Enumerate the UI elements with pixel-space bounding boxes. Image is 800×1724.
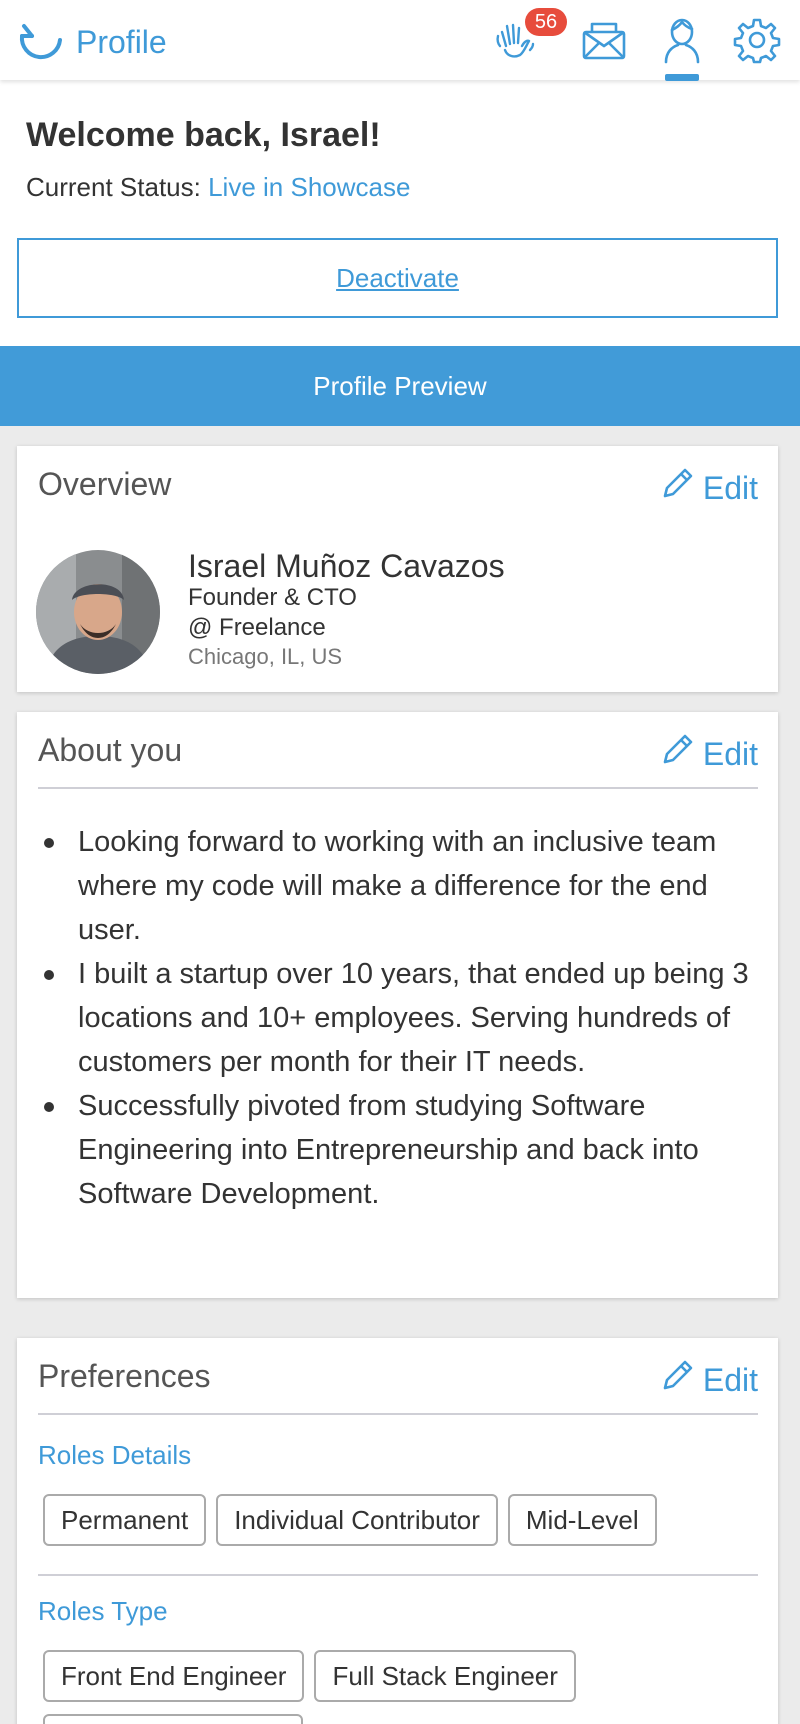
list-item: Successfully pivoted from studying Softw… [38,1084,768,1216]
person-company: @ Freelance [188,614,326,641]
pencil-icon [659,732,703,776]
overview-title: Overview [38,466,172,502]
roles-type-label: Roles Type [38,1596,168,1626]
page-title: Profile [76,24,167,60]
about-edit-button[interactable]: Edit [659,732,758,776]
tag-permanent[interactable]: Permanent [43,1494,207,1546]
overview-card: Overview Edit Israel Muñoz Cavazos Found… [17,446,778,692]
about-divider [38,787,758,789]
roles-divider [38,1574,758,1576]
about-card: About you Edit Looking forward to workin… [17,712,778,1298]
list-item: Looking forward to working with an inclu… [38,820,768,952]
person-location: Chicago, IL, US [188,644,343,669]
user-icon[interactable] [658,16,706,64]
roles-type-tags: Front End Engineer Full Stack Engineer [43,1650,576,1702]
about-edit-label: Edit [702,735,758,772]
about-title: About you [38,732,183,768]
tag-full-stack-engineer[interactable]: Full Stack Engineer [314,1650,576,1702]
preferences-card: Preferences Edit Roles Details Permanent… [17,1338,778,1724]
top-bar: Profile 56 [0,0,800,81]
deactivate-label: Deactivate [336,262,459,293]
person-role: Founder & CTO [188,584,357,611]
tag-mid-level[interactable]: Mid-Level [507,1494,657,1546]
active-tab-indicator [665,74,699,81]
welcome-section: Welcome back, Israel! Current Status: Li… [0,80,800,346]
roles-details-tags: Permanent Individual Contributor Mid-Lev… [43,1494,657,1546]
status-line: Current Status: Live in Showcase [26,172,410,203]
avatar [36,550,160,674]
roles-details-label: Roles Details [38,1440,192,1470]
overview-edit-label: Edit [702,469,758,506]
profile-preview-bar[interactable]: Profile Preview [0,346,800,426]
tag-front-end-engineer[interactable]: Front End Engineer [43,1650,305,1702]
about-list: Looking forward to working with an inclu… [38,820,768,1216]
tag-partial[interactable] [43,1714,303,1724]
deactivate-button[interactable]: Deactivate [17,238,778,318]
list-item: I built a startup over 10 years, that en… [38,952,768,1084]
preferences-edit-button[interactable]: Edit [659,1358,758,1402]
notification-badge: 56 [525,8,567,36]
welcome-heading: Welcome back, Israel! [26,116,381,154]
pencil-icon [659,1358,703,1402]
mail-icon[interactable] [580,16,628,64]
preferences-divider [38,1413,758,1415]
status-label: Current Status: [26,172,201,202]
preferences-title: Preferences [38,1358,211,1394]
brand[interactable]: Profile [16,18,167,67]
gear-icon[interactable] [733,16,781,64]
status-value: Live in Showcase [208,172,411,202]
overview-edit-button[interactable]: Edit [659,466,758,510]
profile-preview-label: Profile Preview [313,370,487,401]
person-name: Israel Muñoz Cavazos [188,548,505,584]
logo-icon [16,18,68,67]
roles-type-tags-more [43,1714,303,1724]
tag-individual-contributor[interactable]: Individual Contributor [216,1494,498,1546]
preferences-edit-label: Edit [702,1361,758,1398]
pencil-icon [659,466,703,510]
